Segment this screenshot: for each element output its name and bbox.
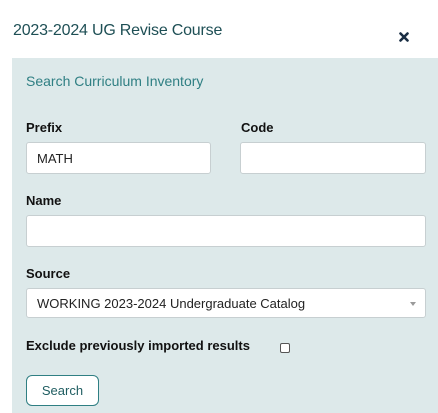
name-input[interactable] [26,215,426,247]
revise-course-dialog: 2023-2024 UG Revise Course Search Curric… [0,0,438,413]
close-icon [399,32,409,42]
source-select[interactable]: WORKING 2023-2024 Undergraduate Catalog [26,288,426,318]
panel-heading: Search Curriculum Inventory [26,73,204,89]
source-label: Source [26,266,71,281]
search-curriculum-panel: Search Curriculum Inventory Prefix Code … [12,58,438,413]
code-input[interactable] [240,142,426,174]
exclude-imported-checkbox[interactable] [280,343,290,353]
dialog-header: 2023-2024 UG Revise Course [0,0,438,58]
dialog-title: 2023-2024 UG Revise Course [13,22,223,39]
search-button[interactable]: Search [26,375,99,406]
chevron-down-icon [410,302,416,306]
prefix-label: Prefix [26,120,63,135]
exclude-imported-label: Exclude previously imported results [26,338,250,353]
source-selected-value: WORKING 2023-2024 Undergraduate Catalog [37,296,306,311]
code-label: Code [241,120,274,135]
name-label: Name [26,193,62,208]
prefix-input[interactable] [26,142,211,174]
close-button[interactable] [396,29,412,45]
